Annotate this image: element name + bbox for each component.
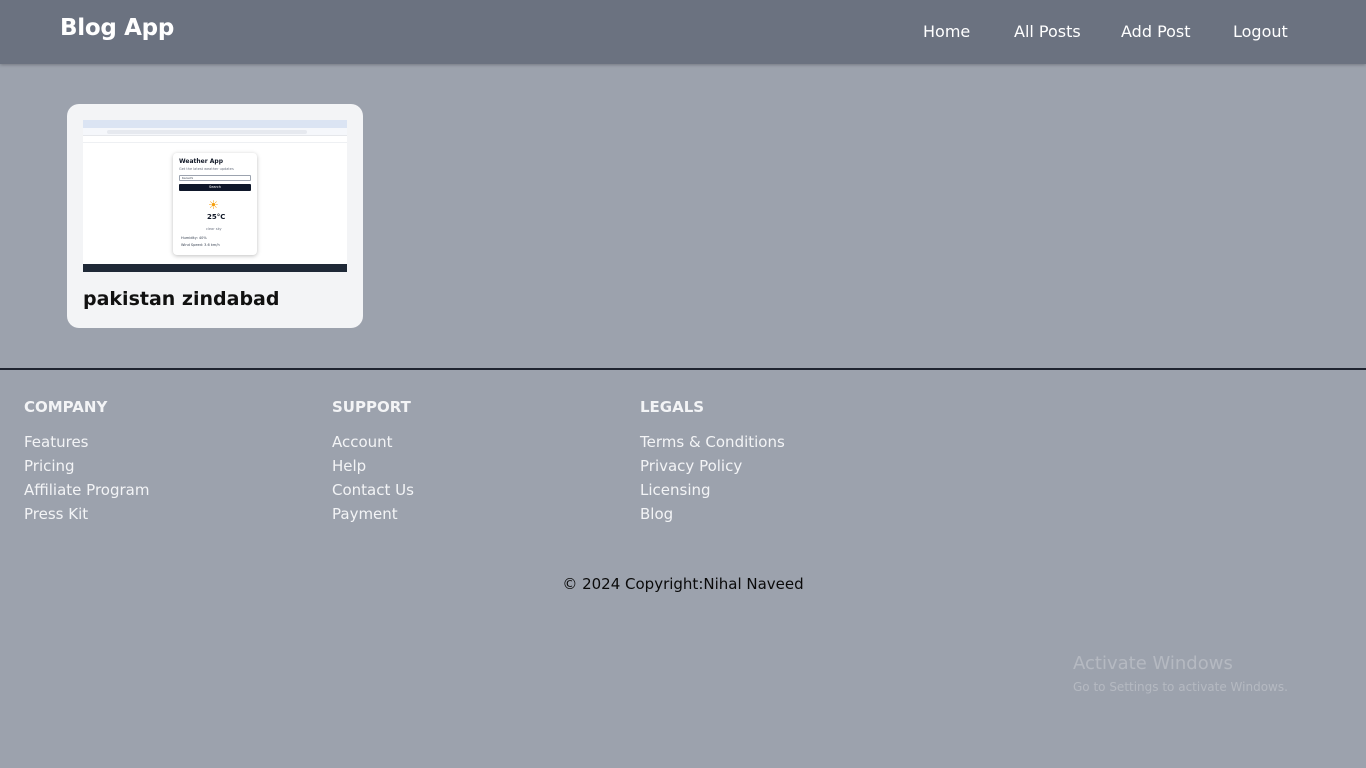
post-card[interactable]: Weather App Get the latest weather updat… [67, 104, 363, 328]
weather-temperature: 25°C [207, 213, 226, 221]
post-thumbnail: Weather App Get the latest weather updat… [83, 120, 347, 272]
footer-link-pricing[interactable]: Pricing [24, 456, 149, 480]
nav-home-link[interactable]: Home [923, 22, 970, 41]
brand-logo[interactable]: Blog App [60, 15, 174, 41]
footer-column-legals: LEGALS Terms & Conditions Privacy Policy… [640, 398, 785, 528]
footer-link-licensing[interactable]: Licensing [640, 480, 785, 504]
footer-divider [0, 368, 1366, 370]
weather-wind: Wind Speed: 3.6 km/h [181, 243, 220, 247]
footer-link-list: Features Pricing Affiliate Program Press… [24, 432, 149, 528]
browser-bookmarks-bar [83, 137, 347, 143]
footer-link-account[interactable]: Account [332, 432, 414, 456]
watermark-title: Activate Windows [1073, 653, 1233, 674]
watermark-subtitle: Go to Settings to activate Windows. [1073, 680, 1288, 694]
footer-link-list: Terms & Conditions Privacy Policy Licens… [640, 432, 785, 528]
windows-taskbar [83, 264, 347, 272]
partly-cloudy-icon: ☀ [208, 198, 219, 212]
weather-search-button: Search [179, 184, 251, 191]
footer-link-blog[interactable]: Blog [640, 504, 785, 528]
footer-link-features[interactable]: Features [24, 432, 149, 456]
footer-link-privacy-policy[interactable]: Privacy Policy [640, 456, 785, 480]
weather-app-title: Weather App [179, 158, 224, 165]
footer-link-list: Account Help Contact Us Payment [332, 432, 414, 528]
nav-all-posts-link[interactable]: All Posts [1014, 22, 1081, 41]
browser-url-box [107, 130, 307, 134]
nav-add-post-link[interactable]: Add Post [1121, 22, 1191, 41]
weather-app-card: Weather App Get the latest weather updat… [173, 153, 257, 255]
activate-windows-watermark: Activate Windows Go to Settings to activ… [1073, 653, 1288, 694]
weather-app-subtitle: Get the latest weather updates [179, 167, 234, 171]
weather-city-input: Karachi [179, 175, 251, 181]
footer-heading: LEGALS [640, 398, 705, 416]
footer-link-terms-conditions[interactable]: Terms & Conditions [640, 432, 785, 456]
footer-link-help[interactable]: Help [332, 456, 414, 480]
copyright-text: © 2024 Copyright:Nihal Naveed [562, 575, 804, 593]
footer-heading: COMPANY [24, 398, 108, 416]
footer-link-payment[interactable]: Payment [332, 504, 414, 528]
footer-column-support: SUPPORT Account Help Contact Us Payment [332, 398, 414, 528]
footer-link-contact-us[interactable]: Contact Us [332, 480, 414, 504]
footer-column-company: COMPANY Features Pricing Affiliate Progr… [24, 398, 149, 528]
browser-tab-bar [83, 120, 347, 128]
navbar: Blog App Home All Posts Add Post Logout [0, 0, 1366, 64]
weather-humidity: Humidity: 40% [181, 236, 207, 240]
nav-logout-link[interactable]: Logout [1233, 22, 1288, 41]
footer-heading: SUPPORT [332, 398, 411, 416]
footer-link-press-kit[interactable]: Press Kit [24, 504, 149, 528]
footer-link-affiliate-program[interactable]: Affiliate Program [24, 480, 149, 504]
weather-description: clear sky [206, 227, 222, 231]
post-title[interactable]: pakistan zindabad [83, 288, 279, 310]
